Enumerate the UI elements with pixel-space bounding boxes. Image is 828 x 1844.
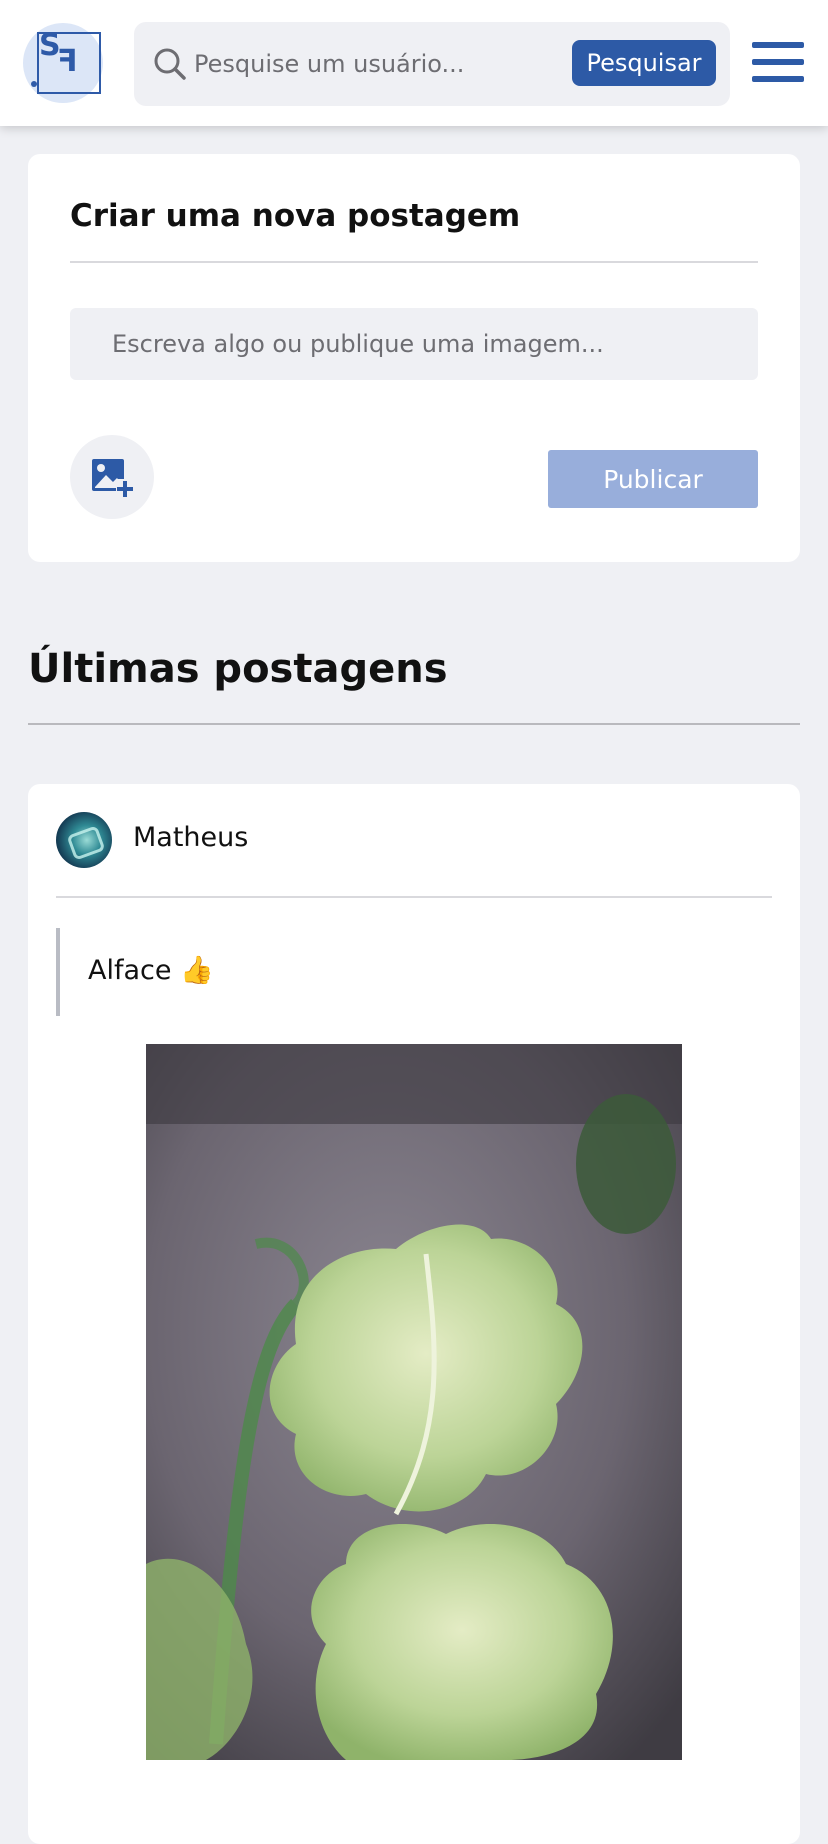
logo-dot bbox=[31, 81, 37, 87]
latest-posts-divider bbox=[28, 723, 800, 725]
lettuce-photo-icon bbox=[146, 1044, 682, 1760]
avatar[interactable] bbox=[56, 812, 112, 868]
post-divider bbox=[56, 896, 772, 898]
post-author[interactable]: Matheus bbox=[133, 822, 248, 853]
hamburger-menu-icon[interactable] bbox=[752, 42, 806, 84]
top-bar: S F Pesquisar bbox=[0, 0, 828, 126]
menu-bar-bottom bbox=[752, 76, 804, 82]
app-logo[interactable]: S F bbox=[23, 23, 103, 103]
post-text-input[interactable]: Escreva algo ou publique uma imagem... bbox=[70, 308, 758, 380]
new-post-title: Criar uma nova postagem bbox=[70, 198, 521, 234]
new-post-card: Criar uma nova postagem Escreva algo ou … bbox=[28, 154, 800, 562]
new-post-divider bbox=[70, 261, 758, 263]
search-icon bbox=[154, 48, 186, 80]
add-image-button[interactable] bbox=[70, 435, 154, 519]
post-card: Matheus Alface 👍 bbox=[28, 784, 800, 1844]
post-image[interactable] bbox=[146, 1044, 682, 1760]
publish-button[interactable]: Publicar bbox=[548, 450, 758, 508]
search-button[interactable]: Pesquisar bbox=[572, 40, 716, 86]
menu-bar-top bbox=[752, 42, 804, 48]
latest-posts-heading: Últimas postagens bbox=[28, 646, 448, 692]
post-text: Alface 👍 bbox=[88, 955, 214, 986]
post-quote: Alface 👍 bbox=[56, 928, 772, 1016]
add-image-icon bbox=[92, 459, 134, 497]
search-bar: Pesquisar bbox=[134, 22, 730, 106]
logo-letter-f: F bbox=[57, 44, 78, 79]
menu-bar-middle bbox=[752, 59, 804, 65]
search-input[interactable] bbox=[194, 40, 554, 88]
